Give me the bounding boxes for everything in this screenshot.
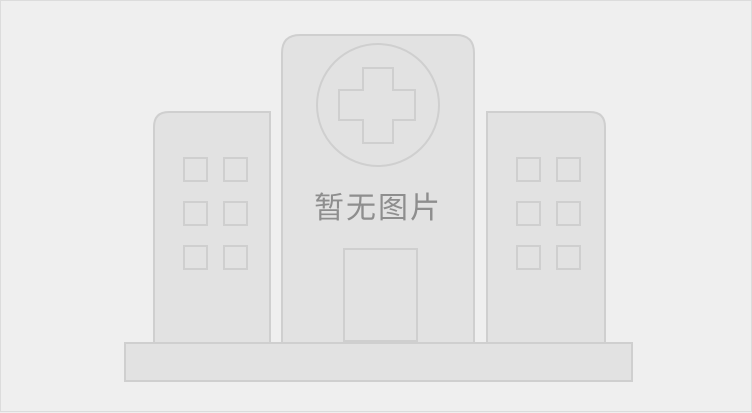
image-placeholder: 暂无图片 xyxy=(0,0,752,412)
window xyxy=(183,245,208,270)
window xyxy=(556,201,581,226)
window xyxy=(223,201,248,226)
window xyxy=(183,157,208,182)
window xyxy=(516,157,541,182)
window xyxy=(223,245,248,270)
door xyxy=(343,248,418,342)
window xyxy=(556,157,581,182)
window xyxy=(516,245,541,270)
no-image-label: 暂无图片 xyxy=(314,191,442,226)
window xyxy=(223,157,248,182)
window xyxy=(556,245,581,270)
window xyxy=(183,201,208,226)
left-wing xyxy=(153,111,271,344)
base xyxy=(124,342,633,382)
right-wing xyxy=(486,111,606,344)
window xyxy=(516,201,541,226)
